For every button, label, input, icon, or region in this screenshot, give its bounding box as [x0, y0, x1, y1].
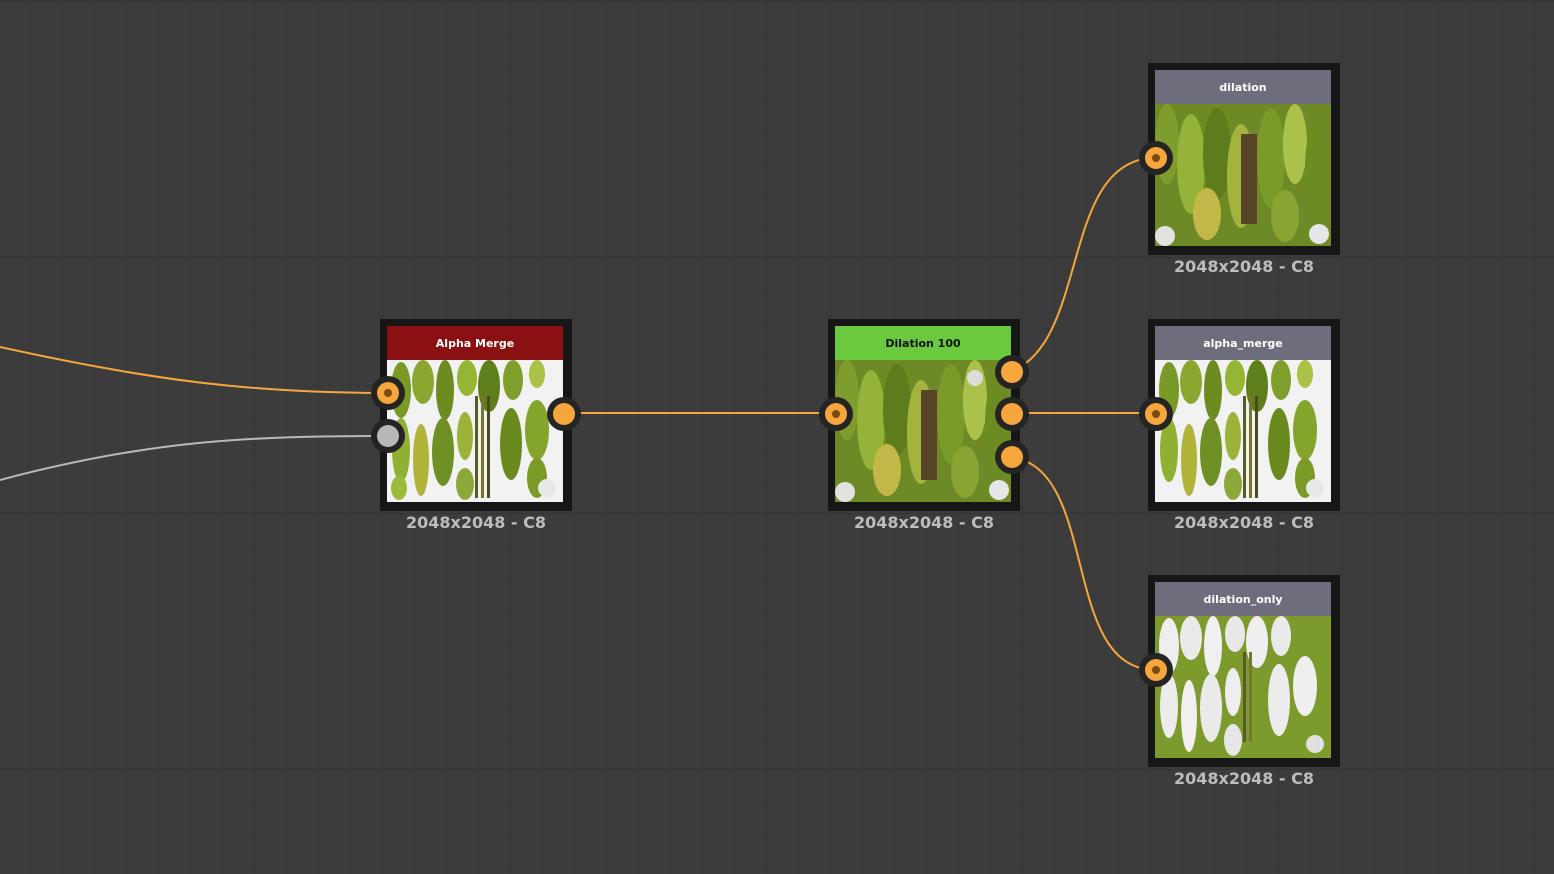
- node-title: Dilation 100: [885, 336, 961, 350]
- node-header[interactable]: dilation_only: [1155, 582, 1331, 616]
- alpha-merge-output-port[interactable]: [547, 397, 581, 431]
- wire-grey-input-to-alpha-merge[interactable]: [0, 435, 389, 481]
- node-graph-canvas[interactable]: Alpha Merge 2048x2048 - C8 Dilation 100 …: [0, 0, 1554, 874]
- node-resolution-label: 2048x2048 - C8: [1173, 513, 1315, 532]
- dilation-node[interactable]: Dilation 100: [828, 319, 1020, 511]
- dilation-output-port-2[interactable]: [995, 397, 1029, 431]
- output-node-dilation[interactable]: dilation: [1148, 63, 1340, 255]
- node-header[interactable]: Dilation 100: [835, 326, 1011, 360]
- wire-dilation-to-output-dilation-only[interactable]: [1011, 456, 1157, 671]
- node-resolution-label: 2048x2048 - C8: [853, 513, 995, 532]
- node-header[interactable]: dilation: [1155, 70, 1331, 104]
- alpha-merge-node[interactable]: Alpha Merge: [380, 319, 572, 511]
- alpha-merge-input-port-2[interactable]: [371, 419, 405, 453]
- output-dilation-input-port[interactable]: [1139, 141, 1173, 175]
- output-alpha-merge-input-port[interactable]: [1139, 397, 1173, 431]
- dilation-output-port-3[interactable]: [995, 440, 1029, 474]
- dilation-input-port[interactable]: [819, 397, 853, 431]
- wire-input-to-alpha-merge[interactable]: [0, 346, 389, 394]
- node-body: Dilation 100: [835, 326, 1011, 502]
- node-title: dilation_only: [1203, 592, 1283, 606]
- output-dilation-only-input-port[interactable]: [1139, 653, 1173, 687]
- node-thumbnail: [835, 360, 1011, 502]
- node-thumbnail: [1155, 104, 1331, 246]
- node-thumbnail: [1155, 360, 1331, 502]
- node-resolution-label: 2048x2048 - C8: [1173, 257, 1315, 276]
- node-title: alpha_merge: [1203, 336, 1283, 350]
- node-title: dilation: [1219, 80, 1267, 94]
- node-title: Alpha Merge: [435, 336, 515, 350]
- wire-dilation-to-output-dilation[interactable]: [1011, 157, 1157, 372]
- node-body: alpha_merge: [1155, 326, 1331, 502]
- node-body: Alpha Merge: [387, 326, 563, 502]
- output-node-dilation-only[interactable]: dilation_only: [1148, 575, 1340, 767]
- node-header[interactable]: alpha_merge: [1155, 326, 1331, 360]
- alpha-merge-input-port-1[interactable]: [371, 376, 405, 410]
- node-header[interactable]: Alpha Merge: [387, 326, 563, 360]
- node-resolution-label: 2048x2048 - C8: [1173, 769, 1315, 788]
- node-resolution-label: 2048x2048 - C8: [405, 513, 547, 532]
- node-thumbnail: [387, 360, 563, 502]
- node-thumbnail: [1155, 616, 1331, 758]
- output-node-alpha-merge[interactable]: alpha_merge: [1148, 319, 1340, 511]
- node-body: dilation: [1155, 70, 1331, 246]
- node-body: dilation_only: [1155, 582, 1331, 758]
- dilation-output-port-1[interactable]: [995, 355, 1029, 389]
